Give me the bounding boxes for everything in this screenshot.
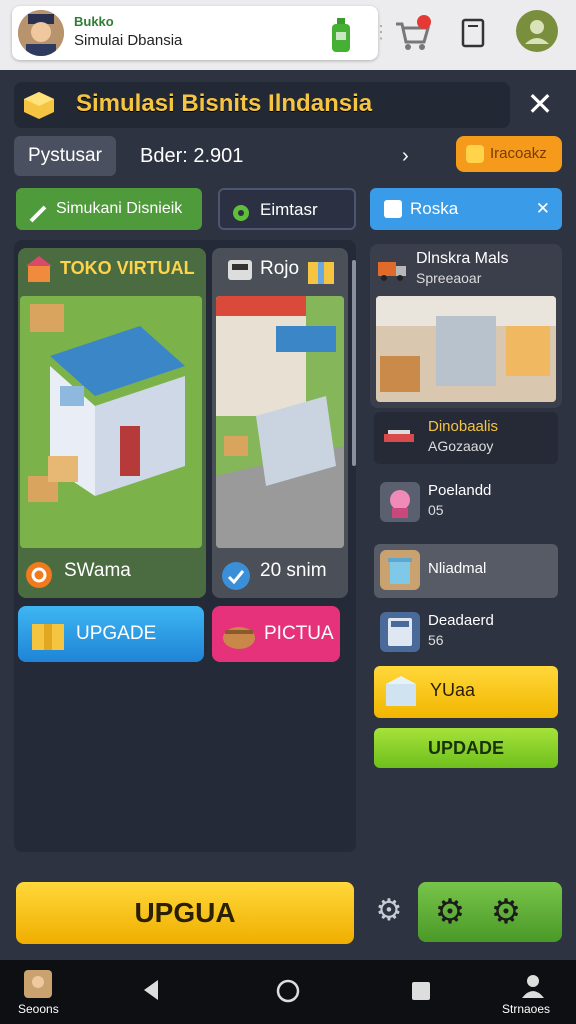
- list-item[interactable]: Dinobaalis AGozaaoy: [374, 412, 558, 464]
- pink-button[interactable]: PICTUA: [212, 606, 340, 662]
- list-item[interactable]: Poelandd 05: [374, 472, 558, 534]
- row-subtitle: 05: [428, 502, 444, 518]
- chip-close-icon[interactable]: ✕: [536, 188, 550, 230]
- orange-button[interactable]: Iracoakz: [456, 136, 562, 172]
- gear-icon: ⚙: [434, 893, 466, 931]
- bin-icon: [380, 550, 420, 590]
- nav-label-right: Strnaoes: [502, 1002, 551, 1016]
- page-title: Simulasi Bisnits Ilndansia: [76, 90, 373, 117]
- navigation-bar: Seoons Strnaoes: [0, 960, 576, 1024]
- row-subtitle: AGozaaoy: [428, 438, 494, 454]
- store-illustration: [20, 296, 202, 548]
- box-icon: [304, 254, 338, 286]
- box-icon: [382, 674, 420, 710]
- list-item[interactable]: Deadaerd 56: [374, 604, 558, 660]
- scrollbar[interactable]: [352, 260, 356, 466]
- row-title: Nliadmal: [428, 560, 487, 577]
- chip-blue-label: Roska: [410, 199, 459, 218]
- calculator-icon: [380, 612, 420, 652]
- chip-blue[interactable]: Roska ✕: [370, 188, 562, 230]
- chip-dark-label: Eimtasr: [260, 200, 318, 219]
- row-title: Poelandd: [428, 482, 492, 499]
- back-icon[interactable]: [140, 978, 162, 1002]
- user-icon[interactable]: [520, 972, 546, 998]
- more-icon[interactable]: ⋮: [372, 22, 390, 43]
- row-subtitle: 56: [428, 632, 444, 648]
- card-footer: 20 snim: [260, 560, 327, 581]
- order-label: Bder: 2.901: [140, 145, 244, 167]
- tab-left[interactable]: Pystusar: [14, 136, 116, 176]
- gear-icon: ⚙: [490, 893, 522, 931]
- recents-icon[interactable]: [410, 980, 432, 1002]
- truck-icon: [376, 254, 408, 282]
- list-item[interactable]: Nliadmal: [374, 544, 558, 598]
- upgrade-button-label: UPGADE: [76, 623, 157, 644]
- street-illustration: [216, 296, 344, 548]
- bottle-icon[interactable]: [330, 18, 352, 52]
- card-footer: SWama: [64, 560, 131, 581]
- right-card-title: Dlnskra Mals: [416, 250, 509, 267]
- tray-icon: [382, 422, 416, 452]
- pink-button-label: PICTUA: [264, 623, 334, 644]
- orange-button-label: Iracoakz: [490, 145, 547, 162]
- yellow-button[interactable]: YUaa: [374, 666, 558, 718]
- profile-card[interactable]: Bukko Simulai Dbansia ⋮: [12, 6, 390, 60]
- right-card-subtitle: Spreeaoar: [416, 270, 482, 286]
- card-title: TOKO VIRTUAL: [60, 258, 195, 278]
- row-title: Deadaerd: [428, 612, 494, 629]
- profile-name: Bukko: [74, 14, 114, 29]
- note-icon: [384, 200, 402, 218]
- settings-button[interactable]: ⚙ ⚙: [418, 882, 562, 942]
- interior-illustration: [376, 296, 556, 402]
- user-icon[interactable]: [516, 10, 558, 52]
- upgrade-button[interactable]: UPGADE: [18, 606, 204, 662]
- gear-icon: [230, 199, 252, 221]
- home-icon[interactable]: [275, 978, 301, 1004]
- lime-button[interactable]: UPDADE: [374, 728, 558, 768]
- flower-icon: [380, 482, 420, 522]
- basket-icon: [220, 616, 258, 652]
- chevron-right-icon[interactable]: ›: [402, 136, 409, 176]
- pencil-icon: [28, 199, 48, 223]
- close-button[interactable]: ✕: [522, 86, 558, 122]
- coin-icon: [24, 560, 58, 590]
- chip-green[interactable]: Simukani Disnieik: [16, 188, 202, 230]
- chip-green-label: Simukani Disnieik: [56, 200, 183, 217]
- shop-icon: [24, 254, 54, 284]
- settings-icon[interactable]: ⚙: [372, 894, 406, 928]
- yellow-button-label: YUaa: [430, 680, 476, 700]
- nav-label-left: Seoons: [18, 1002, 59, 1016]
- avatar: [18, 10, 64, 56]
- card-title: Rojo: [260, 258, 300, 279]
- chip-dark[interactable]: Eimtasr: [218, 188, 356, 230]
- avatar[interactable]: [24, 970, 52, 998]
- check-icon: [220, 560, 252, 592]
- cart-icon[interactable]: [394, 14, 434, 54]
- cube-icon: [22, 90, 56, 120]
- main-action-button[interactable]: UPGUA: [16, 882, 354, 944]
- profile-subtitle: Simulai Dbansia: [74, 32, 183, 49]
- coin-icon: [466, 145, 484, 163]
- register-icon: [226, 256, 254, 284]
- box-icon: [28, 616, 68, 652]
- phone-icon[interactable]: [460, 18, 486, 48]
- row-title: Dinobaalis: [428, 418, 499, 435]
